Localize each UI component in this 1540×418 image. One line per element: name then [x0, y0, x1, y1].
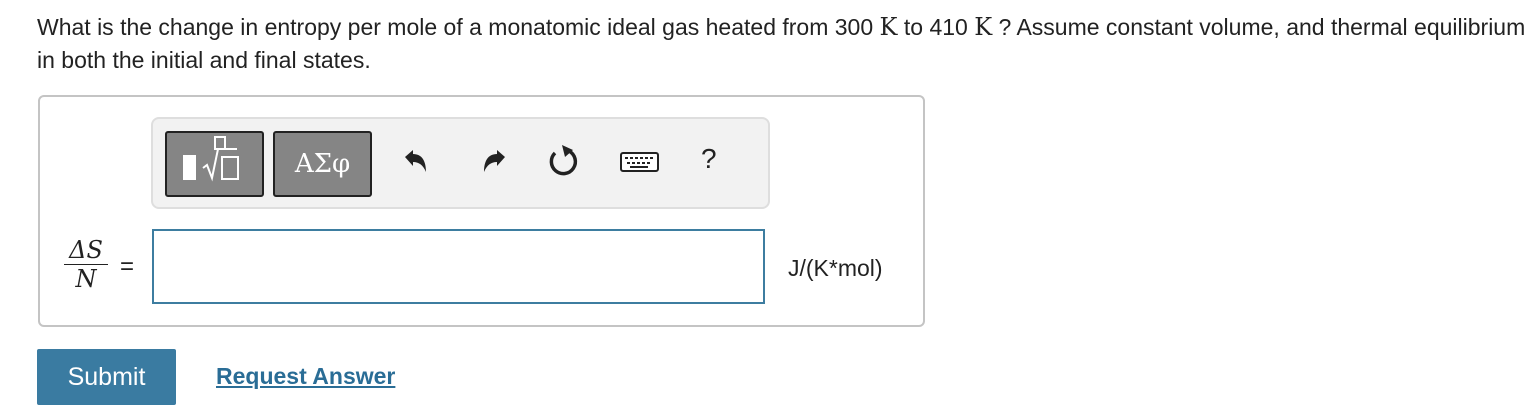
question-part-1: What is the change in entropy per mole o… [37, 14, 874, 40]
keyboard-icon[interactable] [619, 141, 661, 181]
request-answer-link[interactable]: Request Answer [216, 363, 395, 390]
reset-icon[interactable] [543, 141, 583, 181]
units-label: J/(K*mol) [788, 255, 883, 281]
fraction-denominator: N [75, 265, 97, 293]
undo-icon[interactable] [395, 141, 435, 181]
question-text: What is the change in entropy per mole o… [37, 11, 1527, 77]
help-button[interactable]: ? [701, 143, 717, 175]
templates-button[interactable] [165, 131, 264, 197]
answer-input[interactable] [152, 229, 765, 304]
fraction-numerator: ΔS [69, 236, 103, 264]
equals-sign: = [120, 253, 135, 280]
redo-icon[interactable] [475, 141, 515, 181]
unit-kelvin-1: K [879, 13, 898, 41]
templates-icon [167, 136, 262, 199]
math-toolbar: ΑΣφ ? [151, 117, 770, 209]
greek-symbols-button[interactable]: ΑΣφ [273, 131, 372, 197]
submit-button[interactable]: Submit [37, 349, 176, 405]
delta-s-over-n-label: ΔS N [62, 236, 110, 293]
unit-kelvin-2: K [974, 13, 993, 41]
question-part-2: to 410 [903, 14, 968, 40]
